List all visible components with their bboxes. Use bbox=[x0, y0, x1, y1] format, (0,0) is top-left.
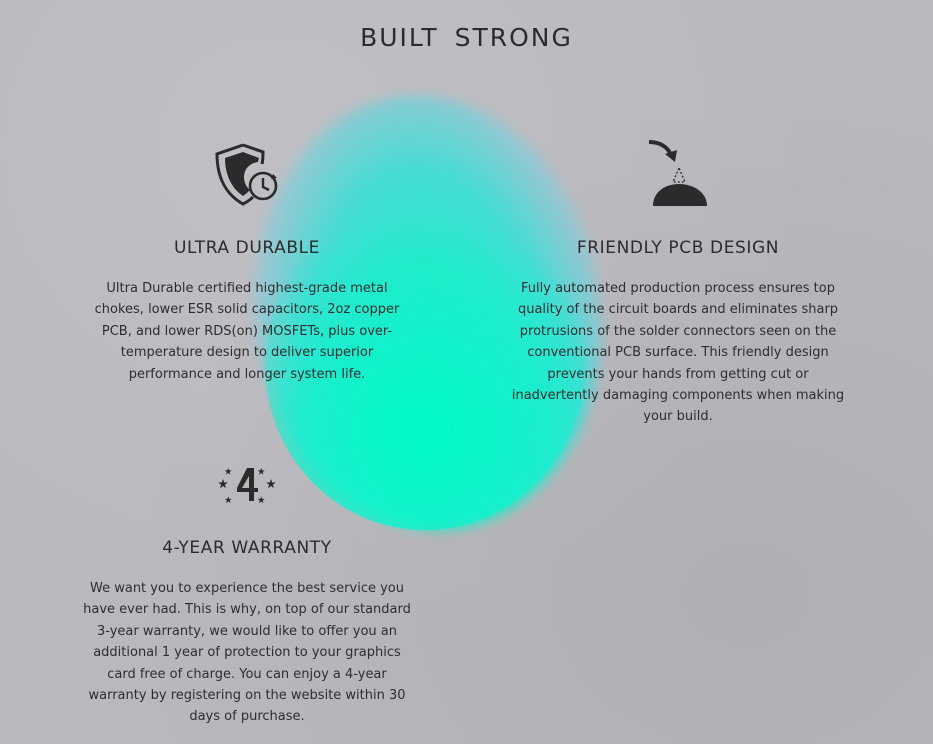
four-year-warranty-icon bbox=[218, 467, 276, 504]
shield-clock-icon bbox=[215, 143, 278, 206]
pcb-solder-icon bbox=[648, 140, 707, 206]
feature-title: 4-YEAR WARRANTY bbox=[162, 538, 332, 558]
feature-description: We want you to experience the best servi… bbox=[83, 581, 411, 725]
feature-description: Ultra Durable certified highest-grade me… bbox=[94, 281, 400, 382]
feature-title: ULTRA DURABLE bbox=[173, 238, 321, 258]
feature-title: FRIENDLY PCB DESIGN bbox=[576, 238, 780, 258]
feature-description: Fully automated production process ensur… bbox=[511, 281, 845, 425]
page-title: BUILT STRONG bbox=[360, 22, 573, 52]
